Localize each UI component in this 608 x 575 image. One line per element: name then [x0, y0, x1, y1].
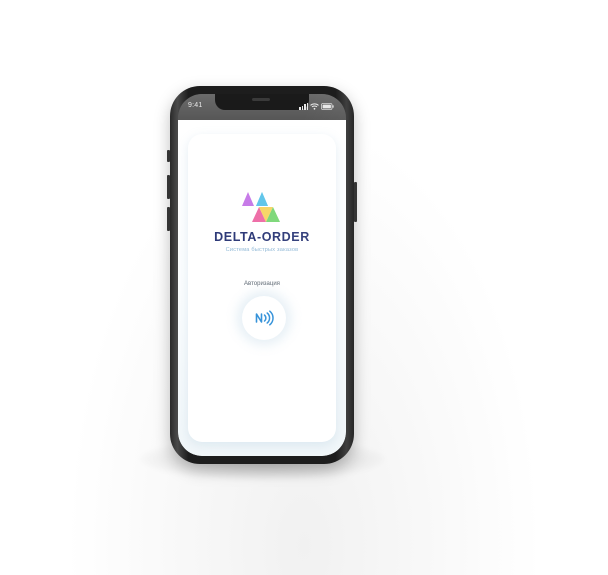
battery-icon	[321, 102, 334, 110]
power-button	[354, 182, 357, 222]
brand-tagline: Система быстрых заказов	[225, 247, 299, 253]
delta-order-logo	[242, 192, 280, 222]
nfc-auth-button[interactable]	[242, 296, 286, 340]
status-time: 9:41	[188, 102, 203, 109]
notch	[215, 94, 309, 110]
signal-icon	[299, 102, 308, 110]
phone-screen: 9:41 DELTA-ORDER Система быстрых заказов…	[178, 94, 346, 456]
nfc-icon	[254, 310, 274, 326]
speaker-grille	[252, 98, 270, 101]
status-icons	[299, 102, 334, 110]
mockup-stage: 9:41 DELTA-ORDER Система быстрых заказов…	[0, 0, 608, 575]
app-screen: DELTA-ORDER Система быстрых заказов Авто…	[178, 120, 346, 456]
login-card: DELTA-ORDER Система быстрых заказов Авто…	[188, 134, 336, 442]
status-bar: 9:41	[178, 94, 346, 122]
brand-name: DELTA-ORDER	[214, 230, 310, 244]
wifi-icon	[310, 102, 319, 110]
auth-label: Авторизация	[244, 281, 280, 287]
